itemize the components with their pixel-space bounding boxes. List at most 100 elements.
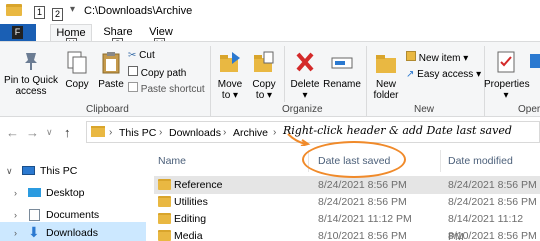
- paste-shortcut-icon: [128, 82, 138, 92]
- navigation-pane: ∨ This PC › Desktop › Documents › ⬇ Down…: [0, 152, 146, 241]
- properties-icon: [497, 51, 515, 73]
- folder-icon: [158, 179, 171, 190]
- move-to-label-line2: to ▾: [221, 90, 239, 101]
- copy-to-icon: [254, 51, 274, 72]
- address-bar-row: ← → ∨ ↑ › This PC › Downloads › Archive …: [0, 117, 540, 147]
- copy-button[interactable]: Copy: [62, 50, 92, 90]
- keytip-qat-2: 2: [52, 8, 63, 21]
- cut-button[interactable]: ✂ Cut: [128, 50, 155, 62]
- chevron-right-icon[interactable]: ›: [109, 127, 112, 138]
- paste-shortcut-button[interactable]: Paste shortcut: [128, 82, 205, 96]
- pc-icon: [22, 166, 35, 175]
- file-date-last-saved: 8/24/2021 8:56 PM: [318, 179, 407, 191]
- tab-share-label: Share: [103, 26, 133, 38]
- downloads-icon: ⬇: [28, 224, 40, 240]
- easy-access-button[interactable]: ↗ Easy access ▾: [406, 69, 481, 81]
- open-group-label: Oper: [518, 104, 540, 115]
- recent-locations-icon[interactable]: ∨: [46, 127, 53, 138]
- easy-access-label: Easy access: [417, 69, 474, 80]
- file-name: Utilities: [174, 196, 208, 208]
- file-name: Media: [174, 230, 203, 241]
- paste-label: Paste: [98, 79, 124, 90]
- ribbon-separator: [284, 46, 285, 102]
- new-item-label: New item: [418, 53, 461, 64]
- column-header-date-modified[interactable]: Date modified: [448, 155, 513, 167]
- file-row[interactable]: Editing 8/14/2021 11:12 PM 8/14/2021 11:…: [154, 210, 540, 241]
- column-divider[interactable]: [440, 150, 441, 172]
- explorer-window: 1 2 ▾ C:\Downloads\Archive F Home H Shar…: [0, 0, 540, 241]
- pin-icon: [25, 53, 37, 70]
- chevron-right-icon[interactable]: ›: [223, 127, 226, 138]
- tab-file[interactable]: F: [0, 24, 36, 42]
- properties-label: Properties: [484, 79, 530, 90]
- nav-item-label: Downloads: [46, 227, 98, 239]
- file-row[interactable]: Media 8/10/2021 8:56 PM 8/10/2021 8:56 P…: [154, 227, 540, 241]
- new-group-label: New: [414, 104, 435, 115]
- new-folder-label-line2: folder: [373, 90, 399, 101]
- up-arrow-icon[interactable]: ↑: [64, 125, 71, 140]
- copy-path-button[interactable]: Copy path: [128, 66, 186, 80]
- new-item-icon: [406, 51, 416, 61]
- address-box[interactable]: › This PC › Downloads › Archive › Right-…: [86, 121, 540, 143]
- pin-label-line2: access: [15, 86, 47, 97]
- nav-item-label: This PC: [40, 165, 78, 177]
- keytip-file: F: [12, 26, 23, 39]
- folder-icon: [91, 126, 105, 137]
- file-date-last-saved: 8/10/2021 8:56 PM: [318, 230, 407, 241]
- file-date-last-saved: 8/24/2021 8:56 PM: [318, 196, 407, 208]
- easy-access-icon: ↗: [406, 69, 415, 80]
- new-item-button[interactable]: New item ▾: [406, 51, 468, 65]
- documents-icon: [29, 209, 40, 221]
- new-folder-icon: [376, 55, 396, 73]
- desktop-icon: [28, 188, 41, 197]
- file-date-modified: 8/10/2021 8:56 PM: [448, 230, 537, 241]
- file-name: Editing: [174, 213, 207, 225]
- back-arrow-icon[interactable]: ←: [6, 125, 19, 140]
- breadcrumb-this-pc[interactable]: This PC: [119, 127, 156, 139]
- column-header-name[interactable]: Name: [158, 155, 186, 167]
- rename-button[interactable]: Rename: [322, 50, 362, 90]
- nav-item-desktop[interactable]: › Desktop: [0, 182, 146, 204]
- copy-to-label-line1: Copy: [252, 79, 276, 90]
- file-name: Reference: [174, 179, 223, 191]
- new-folder-button[interactable]: New folder: [368, 50, 404, 101]
- copy-path-label: Copy path: [140, 68, 187, 79]
- rename-icon: [331, 57, 353, 69]
- nav-item-this-pc[interactable]: ∨ This PC: [0, 160, 146, 182]
- paste-button[interactable]: Paste: [94, 50, 128, 90]
- copy-to-label-line2: to ▾: [255, 90, 273, 101]
- ribbon: Pin to Quick access Copy Paste ✂ Cut Cop…: [0, 41, 540, 117]
- move-to-button[interactable]: Move to ▾: [214, 50, 246, 101]
- file-row[interactable]: Utilities 8/24/2021 8:56 PM 8/24/2021 8:…: [154, 193, 540, 211]
- copy-to-button[interactable]: Copy to ▾: [248, 50, 280, 101]
- new-folder-label-line1: New: [375, 79, 396, 90]
- forward-arrow-icon[interactable]: →: [26, 125, 39, 140]
- paste-icon: [102, 52, 120, 74]
- ribbon-tabs: F Home H Share S View V: [0, 24, 540, 51]
- tab-view-label: View: [149, 26, 173, 38]
- chevron-down-icon[interactable]: ∨: [6, 160, 13, 182]
- delete-button[interactable]: Delete ▾: [288, 50, 322, 101]
- ribbon-separator: [366, 46, 367, 116]
- open-button[interactable]: [528, 50, 540, 75]
- copy-path-icon: [128, 66, 138, 76]
- pin-quick-access-button[interactable]: Pin to Quick access: [2, 50, 60, 97]
- qat-dropdown-icon[interactable]: ▾: [70, 4, 75, 15]
- chevron-right-icon[interactable]: ›: [14, 222, 17, 241]
- move-to-icon: [220, 52, 240, 72]
- chevron-right-icon[interactable]: ›: [14, 182, 17, 204]
- title-bar: 1 2 ▾ C:\Downloads\Archive: [0, 0, 540, 24]
- properties-button[interactable]: Properties ▾: [484, 50, 530, 101]
- keytip-qat-1: 1: [34, 6, 45, 19]
- breadcrumb-downloads[interactable]: Downloads: [169, 127, 221, 139]
- folder-icon: [158, 213, 171, 224]
- nav-item-downloads[interactable]: › ⬇ Downloads: [0, 222, 146, 241]
- chevron-right-icon[interactable]: ›: [273, 127, 276, 138]
- folder-icon: [158, 230, 171, 241]
- breadcrumb-archive[interactable]: Archive: [233, 127, 268, 139]
- annotation-text: Right-click header & add Date last saved: [283, 124, 512, 137]
- copy-icon: [67, 51, 87, 74]
- file-row[interactable]: Reference 8/24/2021 8:56 PM 8/24/2021 8:…: [154, 176, 540, 194]
- chevron-right-icon[interactable]: ›: [159, 127, 162, 138]
- ribbon-separator: [210, 46, 211, 116]
